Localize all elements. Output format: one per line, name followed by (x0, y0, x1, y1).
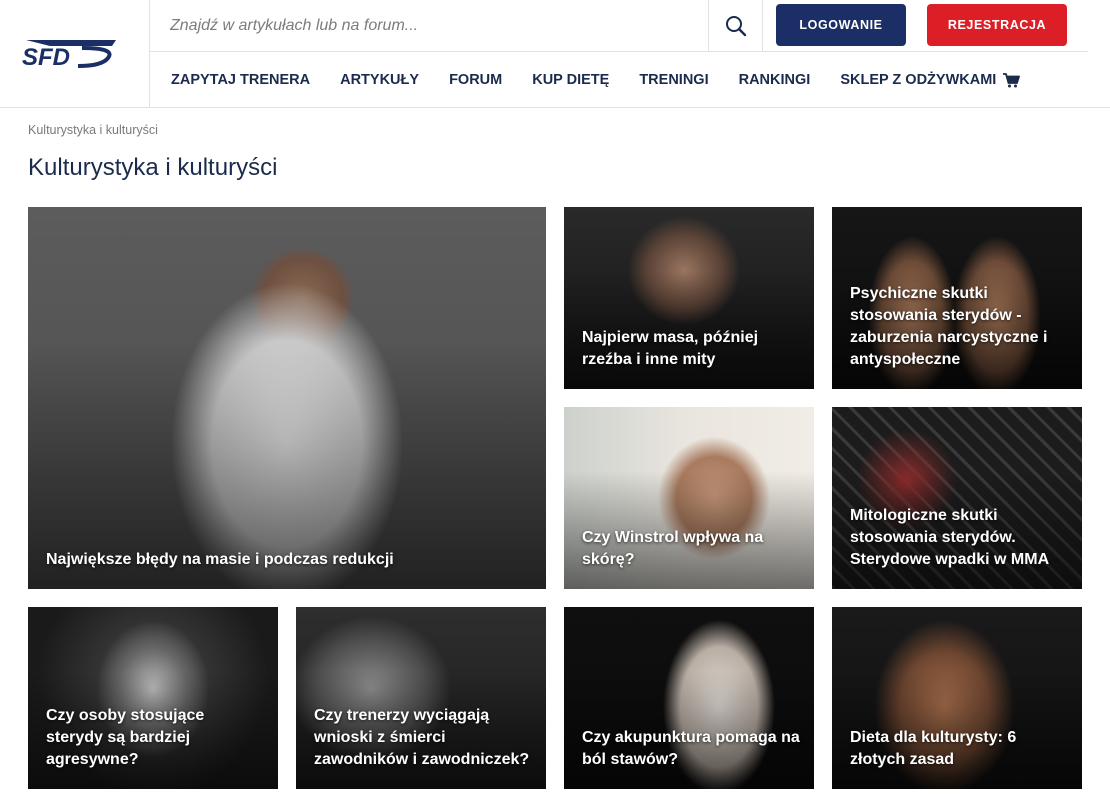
article-title: Psychiczne skutki stosowania sterydów - … (850, 285, 1048, 368)
svg-text:SFD: SFD (22, 44, 70, 68)
logo-link[interactable]: SFD (0, 0, 150, 108)
article-title: Dieta dla kulturysty: 6 złotych zasad (850, 729, 1017, 768)
nav-item-treningi[interactable]: TRENINGI (639, 72, 708, 88)
search-input[interactable] (150, 0, 708, 52)
image-shade (28, 207, 546, 589)
article-title: Najpierw masa, później rzeźba i inne mit… (582, 329, 759, 368)
article-title: Czy trenerzy wyciągają wnioski z śmierci… (314, 707, 530, 768)
nav-item-kup-diete[interactable]: KUP DIETĘ (532, 72, 609, 88)
article-title: Największe błędy na masie i podczas redu… (46, 551, 394, 568)
nav-item-artykuly[interactable]: ARTYKUŁY (340, 72, 419, 88)
article-card[interactable]: Najpierw masa, później rzeźba i inne mit… (564, 207, 814, 389)
nav-item-zapytaj-trenera[interactable]: ZAPYTAJ TRENERA (171, 72, 310, 88)
article-card[interactable]: Czy osoby stosujące sterydy są bardziej … (28, 607, 278, 789)
cart-icon (1003, 72, 1021, 88)
search-icon (725, 16, 746, 37)
nav-item-label: SKLEP Z ODŻYWKAMI (840, 72, 997, 88)
register-button[interactable]: REJESTRACJA (927, 4, 1067, 46)
site-header: SFD LOGOWANIE REJESTRACJA ZAPYTAJ TRENER… (0, 0, 1110, 108)
nav-item-label: ZAPYTAJ TRENERA (171, 72, 311, 88)
nav-item-label: TRENINGI (639, 72, 709, 88)
article-title: Mitologiczne skutki stosowania sterydów.… (850, 507, 1050, 568)
article-title: Czy osoby stosujące sterydy są bardziej … (46, 707, 205, 768)
sfd-logo: SFD (22, 40, 116, 68)
article-card[interactable]: Największe błędy na masie i podczas redu… (28, 207, 546, 589)
search-bar: LOGOWANIE REJESTRACJA (150, 0, 1088, 52)
breadcrumb[interactable]: Kulturystyka i kulturyści (28, 123, 158, 137)
login-button[interactable]: LOGOWANIE (776, 4, 906, 46)
nav-item-label: ARTYKUŁY (340, 72, 420, 88)
page-title: Kulturystyka i kulturyści (28, 154, 278, 181)
search-button[interactable] (708, 0, 763, 52)
nav-item-rankingi[interactable]: RANKINGI (739, 72, 811, 88)
article-card[interactable]: Dieta dla kulturysty: 6 złotych zasad (832, 607, 1082, 789)
article-card[interactable]: Czy Winstrol wpływa na skórę? (564, 407, 814, 589)
article-card[interactable]: Mitologiczne skutki stosowania sterydów.… (832, 407, 1082, 589)
article-title: Czy Winstrol wpływa na skórę? (582, 529, 764, 568)
article-card[interactable]: Psychiczne skutki stosowania sterydów - … (832, 207, 1082, 389)
nav-item-forum[interactable]: FORUM (449, 72, 502, 88)
nav-item-label: KUP DIETĘ (532, 72, 610, 88)
nav-item-sklep[interactable]: SKLEP Z ODŻYWKAMI (840, 72, 1021, 88)
nav-item-label: FORUM (449, 72, 503, 88)
article-card[interactable]: Czy trenerzy wyciągają wnioski z śmierci… (296, 607, 546, 789)
nav-item-label: RANKINGI (738, 72, 811, 88)
article-title: Czy akupunktura pomaga na ból stawów? (582, 729, 800, 768)
main-nav: ZAPYTAJ TRENERA ARTYKUŁY FORUM KUP DIETĘ… (150, 52, 1088, 108)
article-card[interactable]: Czy akupunktura pomaga na ból stawów? (564, 607, 814, 789)
